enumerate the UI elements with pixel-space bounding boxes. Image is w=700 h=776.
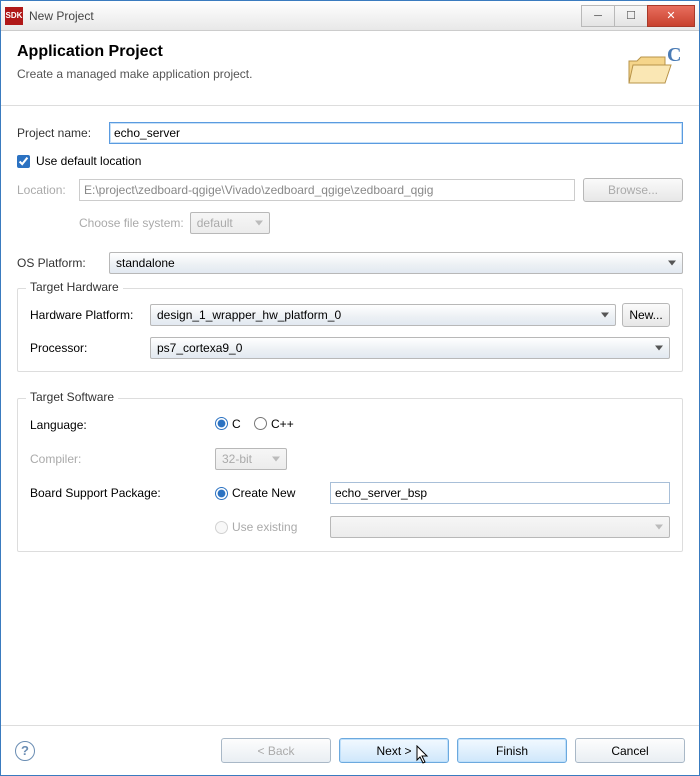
bsp-use-existing-radio[interactable]: Use existing bbox=[215, 520, 297, 534]
page-title: Application Project bbox=[17, 43, 623, 61]
dialog-body: Project name: Use default location Locat… bbox=[1, 106, 699, 725]
location-label: Location: bbox=[17, 183, 79, 197]
chevron-down-icon bbox=[601, 313, 609, 318]
use-default-location-label: Use default location bbox=[36, 154, 141, 168]
close-button[interactable]: ✕ bbox=[647, 5, 695, 27]
new-hw-platform-button[interactable]: New... bbox=[622, 303, 670, 327]
use-default-location-checkbox[interactable]: Use default location bbox=[17, 154, 683, 168]
chevron-down-icon bbox=[272, 457, 280, 462]
maximize-button[interactable]: ☐ bbox=[614, 5, 648, 27]
compiler-label: Compiler: bbox=[30, 452, 175, 466]
header-folder-icon: C bbox=[623, 43, 683, 91]
os-platform-select[interactable]: standalone bbox=[109, 252, 683, 274]
hw-platform-select[interactable]: design_1_wrapper_hw_platform_0 bbox=[150, 304, 616, 326]
bsp-name-input[interactable] bbox=[330, 482, 670, 504]
language-label: Language: bbox=[30, 418, 175, 432]
window-buttons: ─ ☐ ✕ bbox=[582, 5, 695, 27]
compiler-select: 32-bit bbox=[215, 448, 287, 470]
chevron-down-icon bbox=[668, 261, 676, 266]
project-name-input[interactable] bbox=[109, 122, 683, 144]
target-software-label: Target Software bbox=[26, 390, 118, 404]
finish-button[interactable]: Finish bbox=[457, 738, 567, 763]
browse-button: Browse... bbox=[583, 178, 683, 202]
chevron-down-icon bbox=[655, 525, 663, 530]
filesystem-select: default bbox=[190, 212, 270, 234]
minimize-button[interactable]: ─ bbox=[581, 5, 615, 27]
location-input bbox=[79, 179, 575, 201]
page-description: Create a managed make application projec… bbox=[17, 67, 623, 81]
language-cpp-radio[interactable]: C++ bbox=[254, 417, 294, 431]
filesystem-label: Choose file system: bbox=[79, 216, 184, 230]
bsp-create-new-radio[interactable]: Create New bbox=[215, 486, 295, 500]
cursor-icon bbox=[416, 745, 432, 767]
hw-platform-label: Hardware Platform: bbox=[30, 308, 150, 322]
chevron-down-icon bbox=[655, 346, 663, 351]
chevron-down-icon bbox=[255, 221, 263, 226]
svg-text:C: C bbox=[667, 44, 681, 66]
help-icon[interactable]: ? bbox=[15, 741, 35, 761]
dialog-window: SDK New Project ─ ☐ ✕ Application Projec… bbox=[0, 0, 700, 776]
cancel-button[interactable]: Cancel bbox=[575, 738, 685, 763]
sdk-app-icon: SDK bbox=[5, 7, 23, 25]
back-button: < Back bbox=[221, 738, 331, 763]
processor-label: Processor: bbox=[30, 341, 150, 355]
use-default-location-input[interactable] bbox=[17, 155, 30, 168]
window-title: New Project bbox=[29, 9, 582, 23]
bsp-label: Board Support Package: bbox=[30, 486, 175, 500]
os-platform-label: OS Platform: bbox=[17, 256, 109, 270]
target-hardware-group: Target Hardware Hardware Platform: desig… bbox=[17, 288, 683, 372]
project-name-label: Project name: bbox=[17, 126, 109, 140]
next-button[interactable]: Next > bbox=[339, 738, 449, 763]
dialog-header: Application Project Create a managed mak… bbox=[1, 31, 699, 106]
processor-select[interactable]: ps7_cortexa9_0 bbox=[150, 337, 670, 359]
dialog-footer: ? < Back Next > Finish Cancel bbox=[1, 725, 699, 775]
target-hardware-label: Target Hardware bbox=[26, 280, 123, 294]
bsp-existing-select bbox=[330, 516, 670, 538]
language-c-radio[interactable]: C bbox=[215, 417, 241, 431]
titlebar[interactable]: SDK New Project ─ ☐ ✕ bbox=[1, 1, 699, 31]
target-software-group: Target Software Language: C C++ Compiler… bbox=[17, 398, 683, 552]
